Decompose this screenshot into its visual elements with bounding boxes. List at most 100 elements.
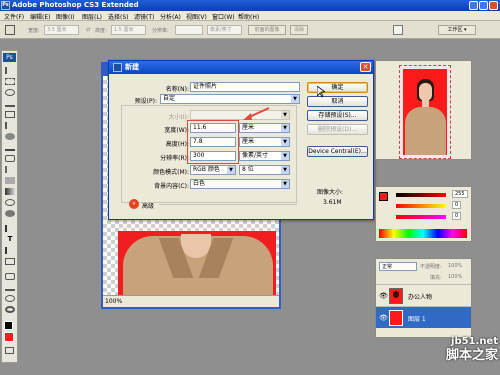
- blur-tool-icon[interactable]: [5, 199, 15, 206]
- height-field[interactable]: 1.5 厘米: [111, 25, 146, 35]
- menu-select[interactable]: 选择(S): [108, 12, 129, 21]
- gradient-tool-icon[interactable]: [5, 188, 15, 195]
- layer-name: 办公人物: [408, 294, 433, 301]
- red-value[interactable]: 255: [452, 190, 468, 198]
- layers-panel: 正常 不透明度: 100% 填充: 100% 👁 办公人物 👁 图层 1: [375, 258, 472, 338]
- healing-brush-icon[interactable]: [5, 133, 15, 140]
- blend-mode-select[interactable]: 正常: [379, 262, 417, 271]
- lasso-tool-icon[interactable]: [5, 89, 15, 96]
- save-preset-button[interactable]: 存储预设(S)...: [307, 110, 368, 121]
- height-unit-select[interactable]: 厘米 ▼: [239, 137, 290, 147]
- background-value: 白色: [193, 180, 206, 187]
- close-button[interactable]: [489, 1, 498, 10]
- hand-tool-icon[interactable]: [5, 295, 15, 302]
- green-value[interactable]: 0: [452, 201, 462, 209]
- watermark-site-name: 脚本之家: [445, 348, 498, 363]
- layer-row-selected[interactable]: 👁 图层 1: [376, 306, 471, 328]
- swap-icon[interactable]: ⇄: [86, 27, 90, 33]
- color-bits-select[interactable]: 8 位 ▼: [239, 165, 290, 175]
- history-brush-icon[interactable]: [5, 166, 15, 173]
- menu-filter[interactable]: 滤镜(T): [134, 12, 154, 21]
- dialog-close-button[interactable]: ✕: [360, 62, 371, 72]
- fill-label: 填充:: [430, 275, 442, 281]
- layer-row[interactable]: 👁 办公人物: [376, 284, 471, 306]
- height-label: 高度(H):: [165, 141, 189, 148]
- shape-tool-icon[interactable]: [5, 258, 15, 265]
- toolbox: Ps T: [1, 50, 18, 363]
- dialog-title-bar: 新建 ✕: [109, 61, 373, 74]
- document-status-bar: 100%: [103, 295, 279, 307]
- color-mode-select[interactable]: RGB 颜色 ▼: [190, 165, 236, 175]
- eye-icon[interactable]: 👁: [379, 292, 388, 300]
- resolution-unit-value: 像素/英寸: [242, 152, 269, 159]
- brush-tool-icon[interactable]: [5, 144, 15, 151]
- menu-analysis[interactable]: 分析(A): [160, 12, 181, 21]
- app-title-bar: Ps Adobe Photoshop CS3 Extended: [0, 0, 500, 11]
- type-tool-icon[interactable]: T: [5, 236, 15, 243]
- slice-tool-icon[interactable]: [5, 122, 15, 129]
- front-image-button[interactable]: 前面的图像: [248, 25, 286, 35]
- zoom-tool-icon[interactable]: [5, 306, 15, 313]
- background-color-swatch[interactable]: [4, 332, 14, 342]
- menu-image[interactable]: 图像(I): [56, 12, 74, 21]
- eye-icon[interactable]: 👁: [379, 314, 388, 322]
- workspace-button[interactable]: 工作区 ▾: [438, 25, 476, 35]
- opacity-value[interactable]: 100%: [448, 263, 462, 269]
- quick-mask-icon[interactable]: [5, 347, 14, 354]
- zoom-level[interactable]: 100%: [105, 298, 122, 305]
- marquee-tool-icon[interactable]: [5, 78, 15, 85]
- name-input[interactable]: 证件照片: [190, 82, 300, 92]
- person-face-image: [419, 83, 432, 101]
- preset-select[interactable]: 自定 ▼: [160, 94, 300, 104]
- blue-slider[interactable]: [396, 215, 446, 219]
- image-size-value: 3.61M: [323, 199, 342, 206]
- advanced-label[interactable]: 高级: [142, 201, 154, 210]
- red-slider[interactable]: [396, 193, 446, 197]
- eyedropper-tool-icon[interactable]: [5, 284, 15, 291]
- move-tool-icon[interactable]: [5, 67, 15, 74]
- chevron-down-icon: ▼: [281, 111, 289, 119]
- mouse-cursor-icon: [317, 86, 325, 98]
- magic-wand-tool-icon[interactable]: [5, 100, 15, 107]
- menu-edit[interactable]: 编辑(E): [30, 12, 50, 21]
- menu-help[interactable]: 帮助(H): [238, 12, 259, 21]
- blue-value[interactable]: 0: [452, 212, 462, 220]
- menu-file[interactable]: 文件(F): [4, 12, 24, 21]
- crop-tool-icon[interactable]: [5, 25, 15, 35]
- dodge-tool-icon[interactable]: [5, 210, 15, 217]
- eraser-tool-icon[interactable]: [5, 177, 15, 184]
- expand-advanced-icon[interactable]: »: [129, 199, 139, 209]
- layer-name: 图层 1: [408, 316, 426, 323]
- width-unit-select[interactable]: 厘米 ▼: [239, 123, 290, 133]
- foreground-color-swatch[interactable]: [4, 321, 13, 330]
- green-slider[interactable]: [396, 204, 446, 208]
- color-bits-value: 8 位: [242, 166, 254, 173]
- resolution-unit-select[interactable]: 像素/英寸: [207, 25, 242, 35]
- menu-view[interactable]: 视图(V): [186, 12, 207, 21]
- menu-window[interactable]: 窗口(W): [212, 12, 235, 21]
- notes-tool-icon[interactable]: [5, 273, 15, 280]
- color-spectrum-bar[interactable]: [379, 229, 467, 238]
- path-selection-icon[interactable]: [5, 247, 15, 254]
- width-unit-value: 厘米: [242, 124, 255, 131]
- pen-tool-icon[interactable]: [5, 225, 15, 232]
- minimize-button[interactable]: [469, 1, 478, 10]
- width-field[interactable]: 3.5 厘米: [44, 25, 79, 35]
- color-swatch[interactable]: [379, 192, 388, 201]
- clear-button[interactable]: 清除: [290, 25, 308, 35]
- menu-layer[interactable]: 图层(L): [82, 12, 102, 21]
- fill-value[interactable]: 100%: [448, 274, 462, 280]
- resolution-label: 分辨率(R):: [160, 155, 189, 162]
- width-label: 宽度:: [28, 28, 40, 34]
- name-label: 名称(N):: [165, 86, 189, 93]
- background-select[interactable]: 白色 ▼: [190, 179, 290, 189]
- resolution-field[interactable]: [175, 25, 203, 35]
- photoshop-app-icon: Ps: [1, 1, 10, 10]
- color-mode-label: 颜色模式(M):: [153, 169, 189, 176]
- maximize-button[interactable]: [479, 1, 488, 10]
- crop-tool-icon[interactable]: [5, 111, 15, 118]
- clone-stamp-icon[interactable]: [5, 155, 15, 162]
- bridge-icon[interactable]: [393, 25, 403, 35]
- resolution-unit-select[interactable]: 像素/英寸 ▼: [239, 151, 290, 161]
- device-central-button[interactable]: Device Central(E)...: [307, 146, 368, 157]
